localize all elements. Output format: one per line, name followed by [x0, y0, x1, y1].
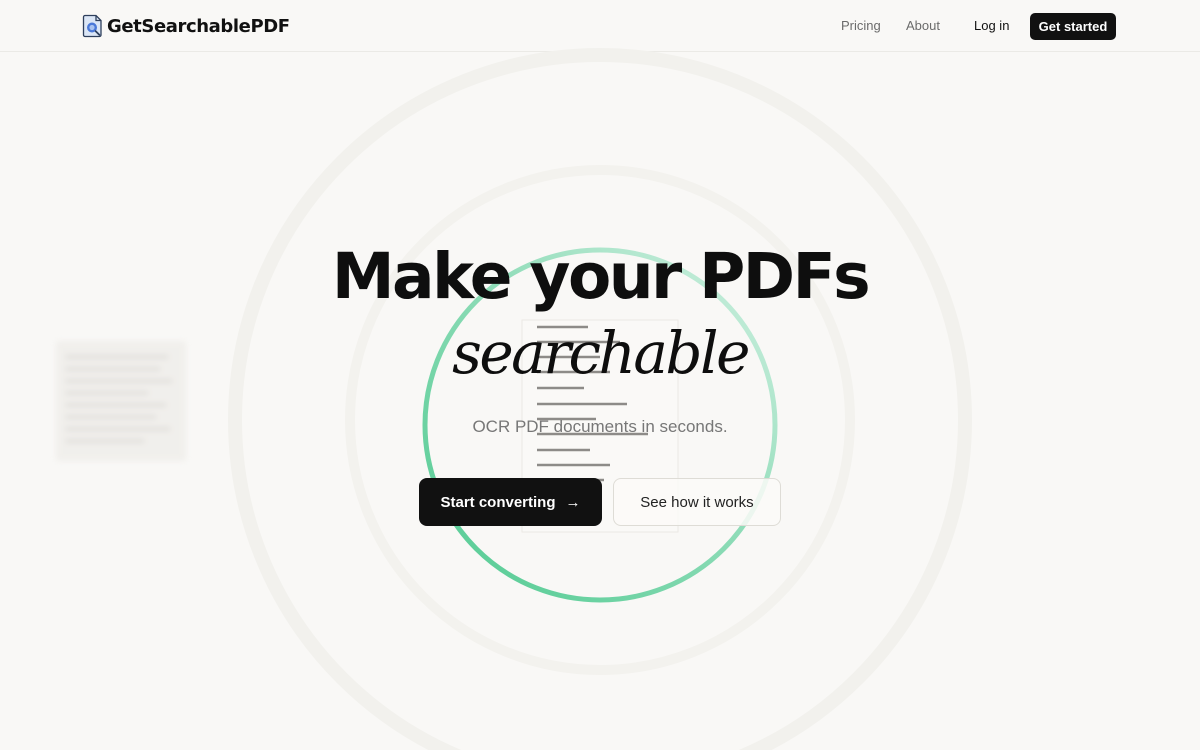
start-converting-label: Start converting — [440, 493, 556, 511]
start-converting-button[interactable]: Start converting → — [419, 478, 602, 526]
arrow-right-icon: → — [565, 493, 581, 511]
hero-title-highlight: searchable — [452, 319, 750, 387]
see-how-it-works-button[interactable]: See how it works — [613, 478, 781, 526]
hero-title: Make your PDFs — [331, 240, 871, 313]
hero-subtitle: OCR PDF documents in seconds. — [472, 417, 728, 436]
